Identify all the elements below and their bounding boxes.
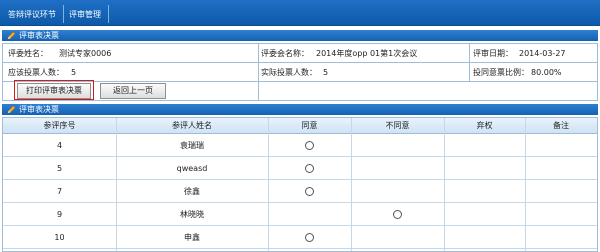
print-vote-button[interactable]: 打印评审表决票: [17, 83, 91, 99]
meeting-label: 评委会名称：: [261, 49, 309, 58]
tab-defense-review[interactable]: 答辩评议环节: [8, 6, 56, 24]
expected-voters-value: 5: [71, 68, 77, 77]
expected-voters-label: 应该投票人数：: [8, 68, 64, 77]
committee-name-label: 评委姓名：: [8, 49, 48, 58]
col-header-number: 参评序号: [43, 121, 76, 130]
table-row: 9 林晓晓: [3, 203, 597, 226]
table-row: 7 徐鑫: [3, 180, 597, 203]
actual-voters-value: 5: [323, 68, 329, 77]
section-header-table: 评审表决票: [2, 104, 598, 115]
col-header-name: 参评人姓名: [172, 121, 212, 130]
disagree-radio[interactable]: [393, 210, 402, 219]
section-title: 评审表决票: [19, 31, 59, 40]
tab-review-management[interactable]: 评审管理: [69, 6, 101, 24]
review-date-value: 2014-03-27: [519, 49, 566, 58]
vote-table: 参评序号 参评人姓名 同意 不同意 弃权 备注 4 袁瑞瑞 5 qweasd 7 徐鑫 9 林…: [2, 117, 598, 252]
col-header-disagree: 不同意: [385, 121, 410, 130]
table-row: 4 袁瑞瑞: [3, 134, 597, 157]
cell-number: 9: [56, 210, 63, 219]
meeting-value: 2014年度opp 01第1次会议: [316, 49, 418, 58]
pencil-icon: [7, 105, 16, 114]
nav-divider: [63, 5, 64, 23]
table-row: 5 qweasd: [3, 157, 597, 180]
agree-ratio-value: 80.00%: [531, 68, 562, 77]
cell-number: 5: [56, 164, 63, 173]
col-header-agree: 同意: [301, 121, 318, 130]
back-button[interactable]: 返回上一页: [100, 83, 166, 99]
top-nav-bar: 答辩评议环节 评审管理: [0, 0, 600, 26]
cell-name: 徐鑫: [184, 187, 200, 196]
agree-radio[interactable]: [305, 141, 314, 150]
cell-name: 申鑫: [184, 233, 200, 242]
cell-number: 7: [56, 187, 63, 196]
cell-name: 袁瑞瑞: [180, 141, 204, 150]
actual-voters-label: 实际投票人数：: [261, 68, 317, 77]
cell-number: 10: [54, 233, 65, 242]
review-date-label: 评审日期：: [473, 49, 513, 58]
row-divider: [3, 62, 597, 63]
cell-name: 林晓晓: [180, 210, 204, 219]
agree-ratio-label: 投同意票比例：: [473, 68, 529, 77]
col-divider: [258, 44, 259, 100]
committee-name-value: 测试专家0006: [59, 49, 112, 58]
section-header-info: 评审表决票: [2, 30, 598, 41]
cell-number: 4: [56, 141, 63, 150]
pencil-icon: [7, 31, 16, 40]
col-header-abstain: 弃权: [476, 121, 493, 130]
agree-radio[interactable]: [305, 187, 314, 196]
agree-radio[interactable]: [305, 164, 314, 173]
section-title: 评审表决票: [19, 105, 59, 114]
col-header-remark: 备注: [553, 121, 569, 130]
table-row: 10 申鑫: [3, 226, 597, 249]
cell-name: qweasd: [176, 164, 208, 173]
col-divider: [469, 44, 470, 81]
agree-radio[interactable]: [305, 233, 314, 242]
table-header: 参评序号 参评人姓名 同意 不同意 弃权 备注: [3, 118, 597, 134]
nav-divider: [108, 5, 109, 23]
vote-info-panel: 评委姓名： 测试专家0006 评委会名称： 2014年度opp 01第1次会议 …: [2, 43, 598, 101]
